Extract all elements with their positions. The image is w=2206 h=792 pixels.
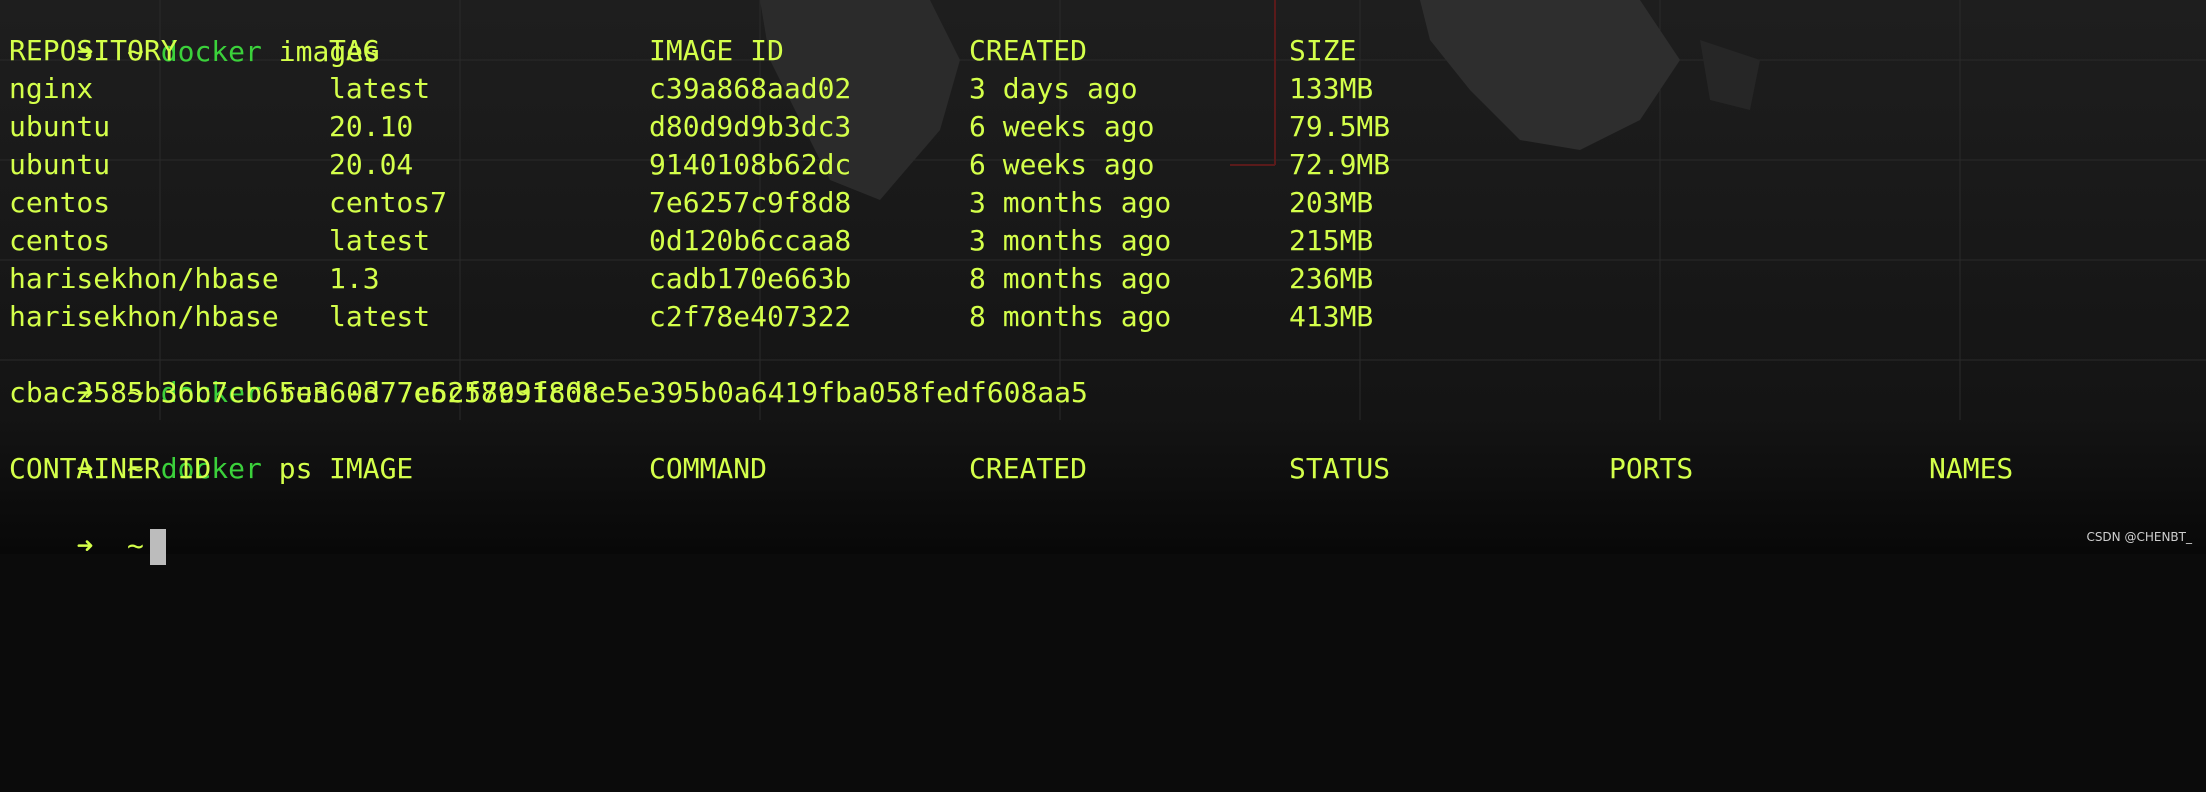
- image-id-cell: 0d120b6ccaa8: [649, 224, 852, 257]
- repository-cell: harisekhon/hbase: [9, 262, 279, 295]
- column-header: CREATED: [969, 452, 1088, 485]
- table-row: harisekhon/hbase latest c2f78e407322 8 m…: [9, 298, 2199, 336]
- table-row: harisekhon/hbase 1.3 cadb170e663b 8 mont…: [9, 260, 2199, 298]
- column-header: TAG: [329, 34, 380, 67]
- tag-cell: 20.04: [329, 148, 414, 181]
- image-id-cell: d80d9d9b3dc3: [649, 110, 852, 143]
- column-header: SIZE: [1289, 34, 1357, 67]
- column-header: REPOSITORY: [9, 34, 178, 67]
- image-id-cell: c39a868aad02: [649, 72, 852, 105]
- repository-cell: ubuntu: [9, 148, 111, 181]
- column-header: COMMAND: [649, 452, 768, 485]
- tag-cell: latest: [329, 300, 431, 333]
- size-cell: 203MB: [1289, 186, 1374, 219]
- image-id-cell: cadb170e663b: [649, 262, 852, 295]
- size-cell: 413MB: [1289, 300, 1374, 333]
- created-cell: 6 weeks ago: [969, 148, 1155, 181]
- prompt-directory: ~: [127, 529, 144, 562]
- created-cell: 8 months ago: [969, 300, 1172, 333]
- column-header: STATUS: [1289, 452, 1391, 485]
- created-cell: 8 months ago: [969, 262, 1172, 295]
- image-id-cell: 7e6257c9f8d8: [649, 186, 852, 219]
- created-cell: 6 weeks ago: [969, 110, 1155, 143]
- table-row: ubuntu 20.10 d80d9d9b3dc3 6 weeks ago 79…: [9, 108, 2199, 146]
- column-header: CREATED: [969, 34, 1088, 67]
- created-cell: 3 months ago: [969, 224, 1172, 257]
- column-header: IMAGE ID: [649, 34, 784, 67]
- image-id-cell: 9140108b62dc: [649, 148, 852, 181]
- current-prompt-line[interactable]: ➜ ~: [9, 489, 166, 565]
- table-row: centos centos7 7e6257c9f8d8 3 months ago…: [9, 184, 2199, 222]
- command-line-images: ➜ ~ docker images: [9, 0, 379, 68]
- created-cell: 3 months ago: [969, 186, 1172, 219]
- terminal-window[interactable]: ➜ ~ docker images REPOSITORY TAG IMAGE I…: [0, 0, 2206, 565]
- size-cell: 79.5MB: [1289, 110, 1391, 143]
- repository-cell: centos: [9, 224, 111, 257]
- size-cell: 72.9MB: [1289, 148, 1391, 181]
- size-cell: 236MB: [1289, 262, 1374, 295]
- tag-cell: centos7: [329, 186, 448, 219]
- tag-cell: latest: [329, 72, 431, 105]
- table-row: ubuntu 20.04 9140108b62dc 6 weeks ago 72…: [9, 146, 2199, 184]
- ps-table-header: CONTAINER ID IMAGE COMMAND CREATED STATU…: [9, 450, 2199, 488]
- text-cursor[interactable]: [149, 529, 166, 565]
- repository-cell: nginx: [9, 72, 94, 105]
- size-cell: 133MB: [1289, 72, 1374, 105]
- command-line-ps: ➜ ~ docker ps: [9, 412, 312, 485]
- repository-cell: centos: [9, 186, 111, 219]
- column-header: CONTAINER ID: [9, 452, 212, 485]
- container-id-output: cbac2585b36b7cb65e360377c5cf8931c0ce5e39…: [9, 376, 1088, 409]
- images-table-header: REPOSITORY TAG IMAGE ID CREATED SIZE: [9, 32, 2199, 70]
- column-header: NAMES: [1929, 452, 2014, 485]
- table-row: centos latest 0d120b6ccaa8 3 months ago …: [9, 222, 2199, 260]
- repository-cell: ubuntu: [9, 110, 111, 143]
- prompt-arrow: ➜: [76, 529, 94, 562]
- watermark: CSDN @CHENBT_: [2086, 530, 2192, 544]
- tag-cell: 20.10: [329, 110, 414, 143]
- image-id-cell: c2f78e407322: [649, 300, 852, 333]
- size-cell: 215MB: [1289, 224, 1374, 257]
- tag-cell: latest: [329, 224, 431, 257]
- column-header: PORTS: [1609, 452, 1694, 485]
- table-row: nginx latest c39a868aad02 3 days ago 133…: [9, 70, 2199, 108]
- column-header: IMAGE: [329, 452, 414, 485]
- tag-cell: 1.3: [329, 262, 380, 295]
- command-line-run: ➜ ~ docker run -d 7e6257c9f8d8: [9, 336, 599, 409]
- repository-cell: harisekhon/hbase: [9, 300, 279, 333]
- created-cell: 3 days ago: [969, 72, 1138, 105]
